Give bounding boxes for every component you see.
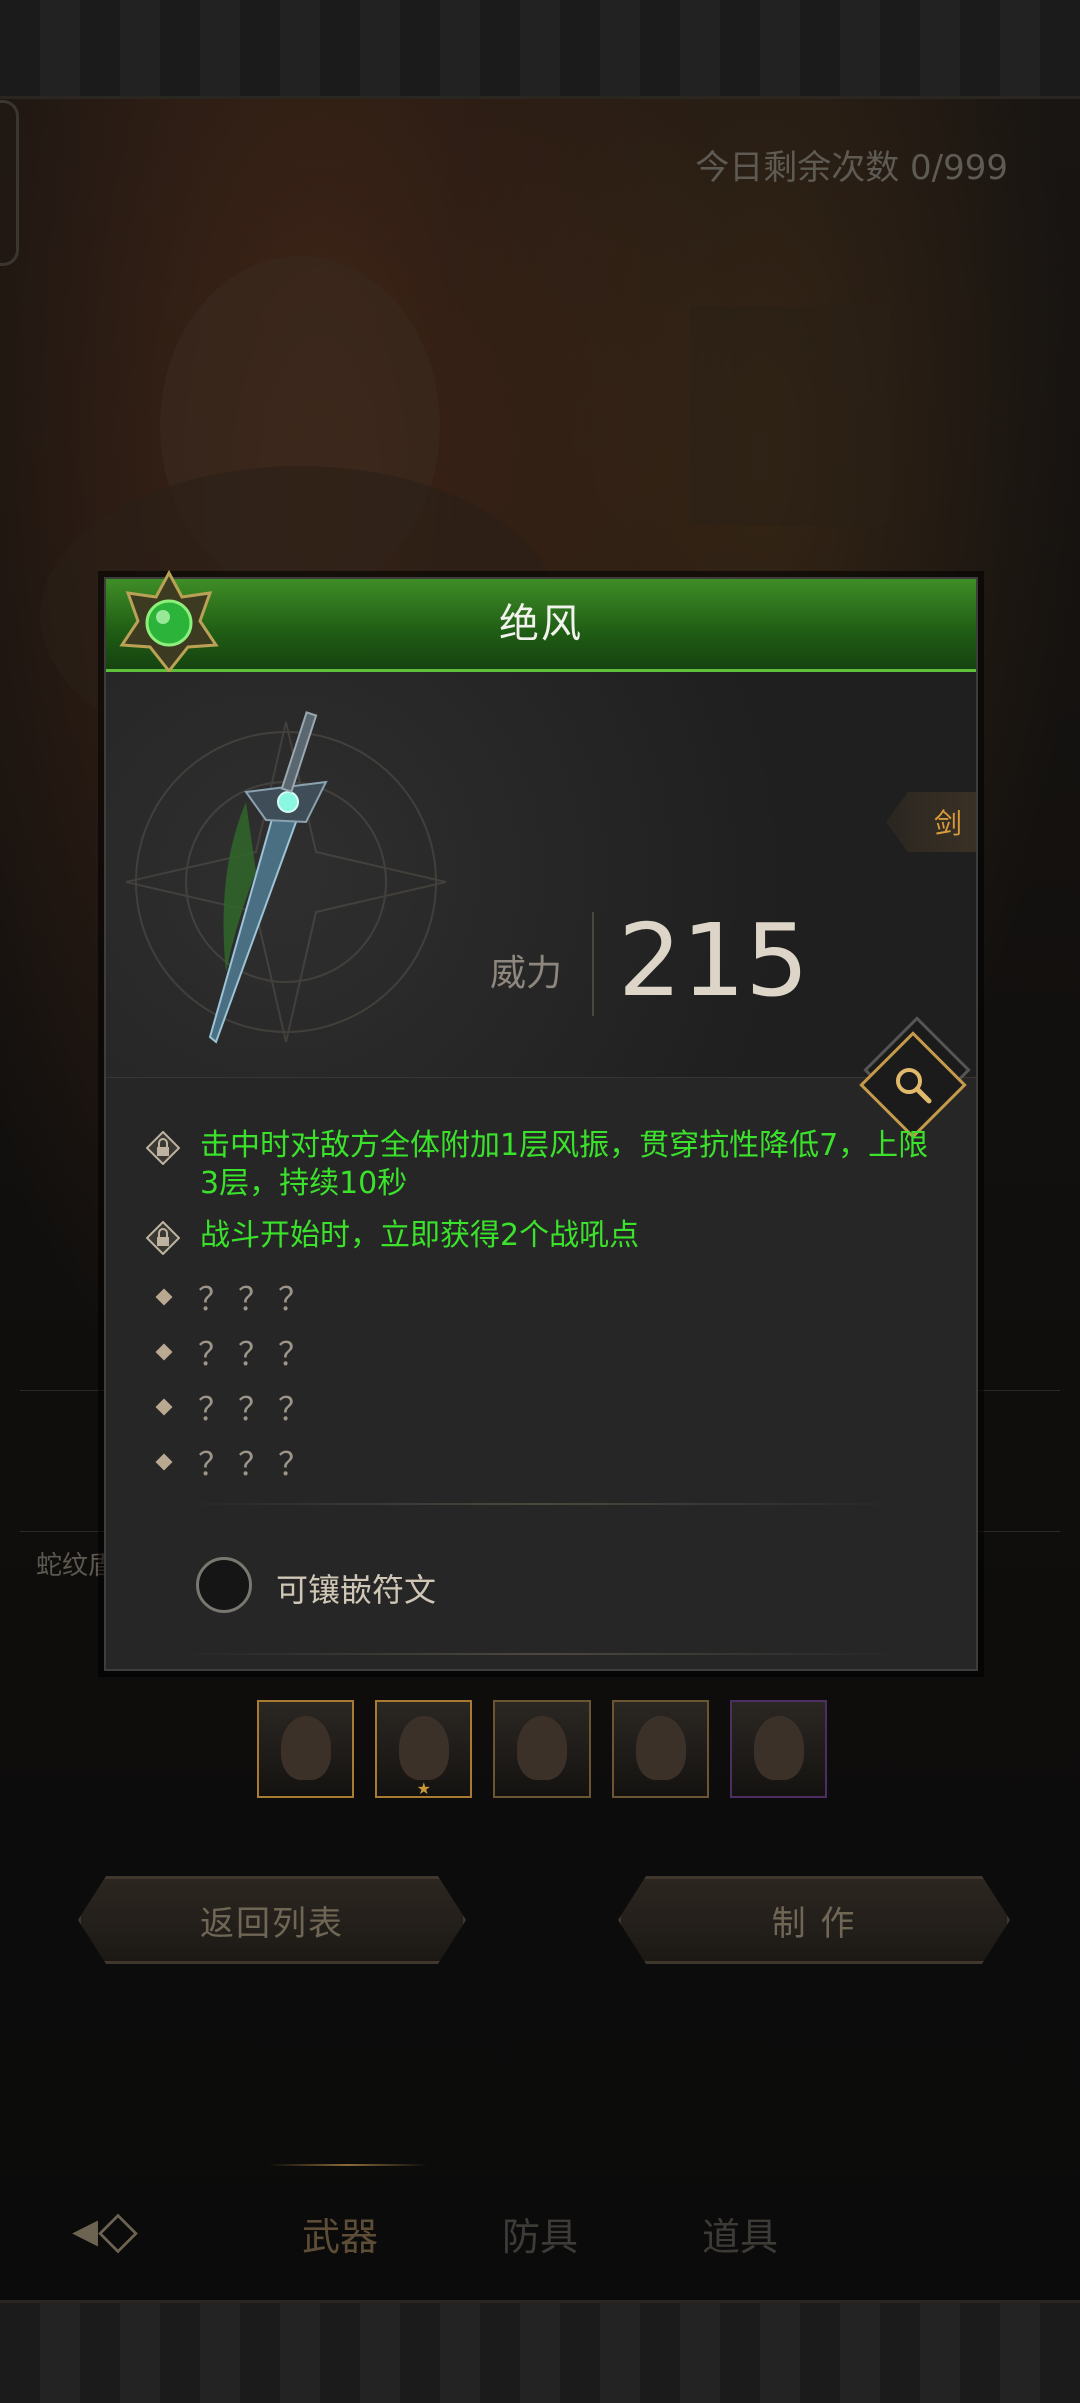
background-item-label: 蛇纹盾 — [36, 1551, 115, 1581]
hero-portrait[interactable] — [729, 1700, 828, 1798]
power-value: 215 — [618, 902, 809, 1019]
diamond-bullet-icon — [155, 1343, 173, 1360]
hero-portraits: ★ — [257, 1700, 828, 1798]
effects-list: 击中时对敌方全体附加1层风振，贯穿抗性降低7，上限3层，持续10秒 战斗开始时，… — [146, 1127, 946, 1489]
hero-portrait[interactable] — [493, 1700, 591, 1798]
weapon-showcase: 威力 215 剑 — [106, 672, 976, 1124]
hero-portrait[interactable] — [257, 1700, 355, 1798]
daily-remaining-count: 今日剩余次数 0/999 — [695, 148, 1008, 188]
unknown-effect: ？？？ — [146, 1269, 946, 1324]
tab-weapon[interactable]: 武器 — [302, 2206, 378, 2261]
back-arrow-icon[interactable]: ◂◇ — [40, 2198, 170, 2262]
weapon-type-tag: 剑 — [886, 792, 976, 852]
lock-icon — [146, 1221, 180, 1255]
rune-label: 可镶嵌符文 — [276, 1571, 437, 1609]
weapon-name: 绝风 — [499, 601, 583, 647]
hero-portrait[interactable]: ★ — [375, 1700, 473, 1798]
craft-button[interactable]: 制 作 — [618, 1876, 1010, 1964]
diamond-bullet-icon — [155, 1398, 173, 1415]
unknown-effect-text: ？？？ — [198, 1389, 319, 1428]
power-label: 威力 — [490, 953, 563, 994]
effect-text: 战斗开始时，立即获得2个战吼点 — [200, 1218, 640, 1253]
top-ornate-bar — [0, 0, 1080, 99]
divider — [178, 1653, 904, 1655]
magnifier-icon — [896, 1068, 932, 1104]
rune-checkbox[interactable] — [196, 1557, 252, 1613]
tab-indicator — [268, 2164, 428, 2166]
effect-item: 战斗开始时，立即获得2个战吼点 — [146, 1217, 946, 1255]
tab-item[interactable]: 道具 — [702, 2206, 778, 2261]
unknown-effect-text: ？？？ — [198, 1279, 319, 1318]
tab-armor[interactable]: 防具 — [502, 2206, 578, 2261]
left-edge-handle[interactable] — [0, 100, 19, 266]
diamond-bullet-icon — [155, 1453, 173, 1470]
divider — [178, 1503, 904, 1505]
bottom-ornate-bar — [0, 2300, 1080, 2403]
unknown-effect: ？？？ — [146, 1379, 946, 1434]
sword-image-icon — [208, 711, 328, 1044]
back-to-list-button[interactable]: 返回列表 — [78, 1876, 466, 1964]
power-separator — [592, 912, 594, 1016]
weapon-detail-modal: 绝风 威力 215 剑 击中时对敌方全体附加1层风振，贯穿抗性降低7，上限3层，… — [104, 569, 978, 1671]
unknown-effect: ？？？ — [146, 1434, 946, 1489]
rarity-emblem-icon — [119, 569, 219, 674]
unknown-effect: ？？？ — [146, 1324, 946, 1379]
effect-item: 击中时对敌方全体附加1层风振，贯穿抗性降低7，上限3层，持续10秒 — [146, 1127, 946, 1203]
unknown-effect-text: ？？？ — [198, 1444, 319, 1483]
lock-icon — [146, 1131, 180, 1165]
unknown-effect-text: ？？？ — [198, 1334, 319, 1373]
diamond-bullet-icon — [155, 1288, 173, 1305]
effect-text: 击中时对敌方全体附加1层风振，贯穿抗性降低7，上限3层，持续10秒 — [200, 1128, 929, 1201]
hero-portrait[interactable] — [611, 1700, 709, 1798]
